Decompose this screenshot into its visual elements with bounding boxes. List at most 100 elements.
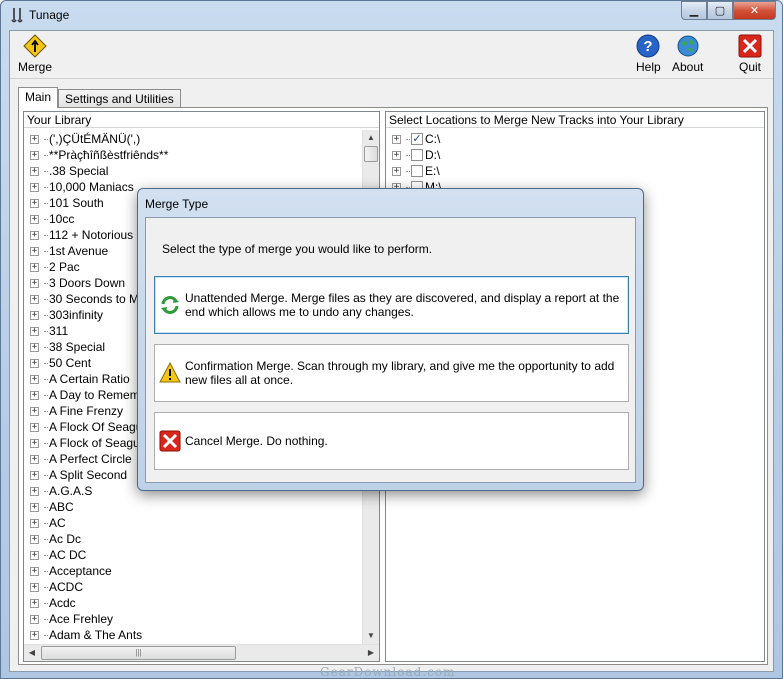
scroll-down-icon[interactable]: ▼ [363, 628, 379, 644]
location-tree-item[interactable]: + E:\ [392, 163, 744, 179]
library-tree-item[interactable]: + **Pràçħîñßèstfriênds** [30, 147, 359, 163]
location-tree-item[interactable]: + D:\ [392, 147, 744, 163]
tab-main[interactable]: Main [18, 87, 59, 108]
expand-icon[interactable]: + [30, 550, 39, 560]
expand-icon[interactable]: + [30, 230, 39, 240]
maximize-button[interactable]: ▢ [707, 1, 733, 20]
expand-icon[interactable]: + [30, 198, 39, 208]
library-tree-item[interactable]: + Ace Frehley [30, 611, 359, 627]
tree-connector [44, 234, 48, 236]
expand-icon[interactable]: + [30, 214, 39, 224]
library-horizontal-scrollbar[interactable]: ◀ ||| ▶ [24, 644, 379, 661]
expand-icon[interactable]: + [392, 150, 401, 160]
scroll-right-icon[interactable]: ▶ [363, 645, 379, 661]
expand-icon[interactable]: + [30, 486, 39, 496]
tree-connector [406, 170, 410, 172]
quit-label: Quit [738, 60, 761, 74]
caption-buttons: ▁ ▢ ✕ [681, 1, 776, 20]
scroll-up-icon[interactable]: ▲ [363, 130, 379, 146]
expand-icon[interactable]: + [30, 390, 39, 400]
tree-connector [44, 538, 48, 540]
location-checkbox[interactable] [411, 149, 423, 161]
tree-connector [44, 394, 48, 396]
expand-icon[interactable]: + [30, 582, 39, 592]
location-tree-item[interactable]: + ✓ C:\ [392, 131, 744, 147]
tree-connector [44, 378, 48, 380]
library-item-label: 303infinity [49, 308, 104, 322]
help-button[interactable]: ? Help [636, 34, 661, 74]
expand-icon[interactable]: + [30, 150, 39, 160]
about-button[interactable]: About [672, 34, 703, 74]
library-tree-item[interactable]: + ACDC [30, 579, 359, 595]
expand-icon[interactable]: + [30, 630, 39, 640]
expand-icon[interactable]: + [30, 422, 39, 432]
expand-icon[interactable]: + [30, 470, 39, 480]
confirmation-merge-option[interactable]: Confirmation Merge. Scan through my libr… [154, 344, 629, 402]
library-tree-item[interactable]: + Acdc [30, 595, 359, 611]
scroll-left-icon[interactable]: ◀ [24, 645, 40, 661]
expand-icon[interactable]: + [30, 262, 39, 272]
library-item-label: 311 [49, 324, 69, 338]
library-item-label: 38 Special [49, 340, 106, 354]
expand-icon[interactable]: + [30, 182, 39, 192]
quit-button[interactable]: Quit [738, 34, 762, 74]
tab-settings-and-utilities[interactable]: Settings and Utilities [58, 89, 181, 108]
tree-connector [44, 250, 48, 252]
expand-icon[interactable]: + [392, 134, 401, 144]
cancel-merge-option[interactable]: Cancel Merge. Do nothing. [154, 412, 629, 470]
title-bar[interactable]: Tunage ▁ ▢ ✕ [1, 1, 782, 29]
library-tree-item[interactable]: + ABC [30, 499, 359, 515]
expand-icon[interactable]: + [30, 502, 39, 512]
library-item-label: 10,000 Maniacs [49, 180, 134, 194]
expand-icon[interactable]: + [30, 342, 39, 352]
library-tree-item[interactable]: + AC DC [30, 547, 359, 563]
tree-connector [44, 570, 48, 572]
expand-icon[interactable]: + [30, 614, 39, 624]
location-label: E:\ [425, 164, 440, 178]
scroll-thumb[interactable] [364, 146, 378, 162]
library-tree-item[interactable]: + .38 Special [30, 163, 359, 179]
expand-icon[interactable]: + [30, 438, 39, 448]
merge-button[interactable]: Merge [18, 34, 52, 74]
expand-icon[interactable]: + [30, 518, 39, 528]
expand-icon[interactable]: + [30, 454, 39, 464]
location-checkbox[interactable] [411, 165, 423, 177]
toolbar-divider [10, 78, 773, 79]
library-tree-item[interactable]: + Adam & The Ants [30, 627, 359, 643]
library-item-label: A Split Second [49, 468, 128, 482]
expand-icon[interactable]: + [30, 406, 39, 416]
merge-label: Merge [18, 60, 53, 74]
library-item-label: ABC [49, 500, 74, 514]
expand-icon[interactable]: + [392, 166, 401, 176]
dialog-body: Select the type of merge you would like … [145, 217, 636, 483]
location-checkbox[interactable]: ✓ [411, 133, 423, 145]
tree-connector [44, 490, 48, 492]
library-tree-item[interactable]: + Ac Dc [30, 531, 359, 547]
library-tree-item[interactable]: + Acceptance [30, 563, 359, 579]
library-tree-item[interactable]: + AC [30, 515, 359, 531]
expand-icon[interactable]: + [30, 358, 39, 368]
library-item-label: (',)ÇÜtÉMÄNÜ(',) [49, 132, 141, 146]
minimize-button[interactable]: ▁ [681, 1, 707, 20]
library-tree-item[interactable]: + (',)ÇÜtÉMÄNÜ(',) [30, 131, 359, 147]
unattended-merge-option[interactable]: Unattended Merge. Merge files as they ar… [154, 276, 629, 334]
window-title: Tunage [29, 8, 70, 22]
expand-icon[interactable]: + [30, 294, 39, 304]
expand-icon[interactable]: + [30, 326, 39, 336]
library-item-label: 2 Pac [49, 260, 80, 274]
expand-icon[interactable]: + [30, 310, 39, 320]
library-item-label: A Flock of Seagulls [49, 436, 152, 450]
expand-icon[interactable]: + [30, 374, 39, 384]
help-icon: ? [636, 34, 660, 58]
close-button[interactable]: ✕ [733, 1, 776, 20]
library-item-label: Adam & The Ants [49, 628, 143, 642]
scroll-thumb[interactable]: ||| [41, 646, 236, 660]
expand-icon[interactable]: + [30, 598, 39, 608]
expand-icon[interactable]: + [30, 246, 39, 256]
expand-icon[interactable]: + [30, 566, 39, 576]
expand-icon[interactable]: + [30, 166, 39, 176]
expand-icon[interactable]: + [30, 134, 39, 144]
expand-icon[interactable]: + [30, 278, 39, 288]
expand-icon[interactable]: + [30, 534, 39, 544]
library-item-label: 10cc [49, 212, 75, 226]
